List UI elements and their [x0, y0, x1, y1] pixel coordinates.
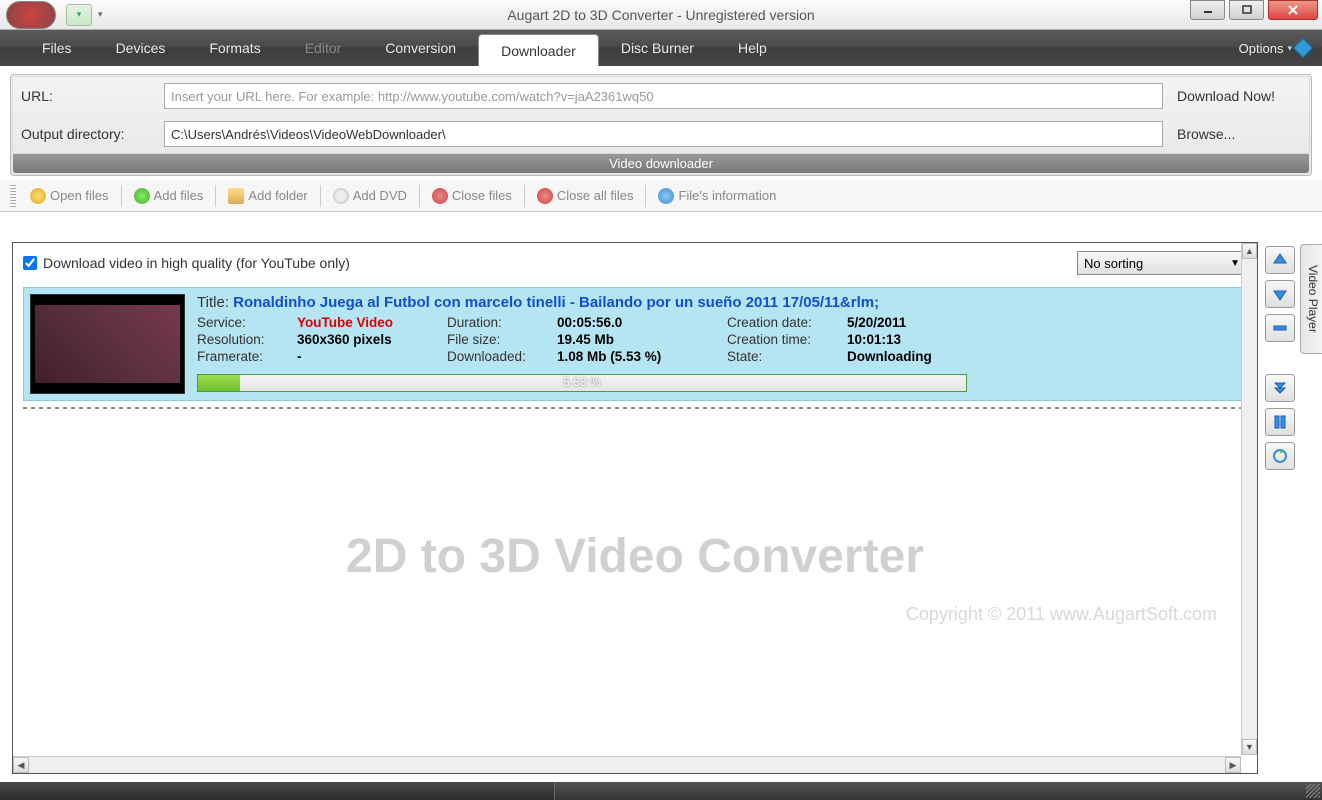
qat-button[interactable]: ▾ [66, 4, 92, 26]
dvd-icon [333, 188, 349, 204]
vertical-scrollbar[interactable]: ▲ ▼ [1241, 243, 1257, 755]
menu-help[interactable]: Help [716, 30, 789, 66]
duration-value: 00:05:56.0 [557, 315, 727, 330]
menu-downloader[interactable]: Downloader [478, 34, 599, 66]
progress-bar: 5.53 % [197, 374, 967, 392]
download-all-button[interactable] [1265, 374, 1295, 402]
close-all-icon [537, 188, 553, 204]
state-value: Downloading [847, 349, 987, 364]
sort-selected: No sorting [1084, 256, 1143, 271]
main-area: Download video in high quality (for YouT… [0, 236, 1322, 780]
menu-disc-burner[interactable]: Disc Burner [599, 30, 716, 66]
video-player-tab[interactable]: Video Player [1300, 244, 1322, 354]
status-bar [0, 782, 1322, 800]
info-icon [658, 188, 674, 204]
menu-bar: Files Devices Formats Editor Conversion … [0, 30, 1322, 66]
menu-formats[interactable]: Formats [187, 30, 282, 66]
video-title[interactable]: Ronaldinho Juega al Futbol con marcelo t… [233, 294, 879, 311]
scroll-up-button[interactable]: ▲ [1242, 243, 1257, 259]
open-icon [30, 188, 46, 204]
app-logo [6, 1, 56, 29]
title-bar: ▾ ▾ Augart 2D to 3D Converter - Unregist… [0, 0, 1322, 30]
download-list: Download video in high quality (for YouT… [12, 242, 1258, 774]
scroll-left-button[interactable]: ◀ [13, 757, 29, 773]
output-dir-label: Output directory: [21, 126, 156, 142]
hq-checkbox[interactable]: Download video in high quality (for YouT… [23, 255, 350, 271]
scroll-right-button[interactable]: ▶ [1225, 757, 1241, 773]
video-metadata: Service:YouTube Video Duration:00:05:56.… [197, 315, 1240, 364]
toolbar-grip[interactable] [10, 185, 16, 207]
url-label: URL: [21, 88, 156, 104]
url-input[interactable] [164, 83, 1163, 109]
service-value: YouTube Video [297, 315, 447, 330]
browse-button[interactable]: Browse... [1171, 126, 1301, 142]
window-title: Augart 2D to 3D Converter - Unregistered… [507, 7, 814, 23]
open-files-button[interactable]: Open files [22, 186, 117, 206]
options-icon [1293, 38, 1313, 58]
quick-access-toolbar: ▾ ▾ [66, 4, 108, 26]
close-files-button[interactable]: Close files [424, 186, 520, 206]
video-thumbnail [30, 294, 185, 394]
download-panel: URL: Download Now! Output directory: Bro… [10, 74, 1312, 176]
framerate-value: - [297, 349, 447, 364]
file-info-button[interactable]: File's information [650, 186, 784, 206]
move-up-button[interactable] [1265, 246, 1295, 274]
scroll-down-button[interactable]: ▼ [1242, 739, 1257, 755]
pause-button[interactable] [1265, 408, 1295, 436]
menu-devices[interactable]: Devices [94, 30, 188, 66]
side-toolbar [1258, 236, 1302, 780]
add-dvd-button[interactable]: Add DVD [325, 186, 415, 206]
progress-text: 5.53 % [563, 375, 600, 389]
menu-editor: Editor [283, 30, 364, 66]
options-button[interactable]: Options ▾ [1239, 30, 1310, 66]
sort-dropdown[interactable]: No sorting ▼ [1077, 251, 1247, 275]
qat-expand[interactable]: ▾ [98, 9, 108, 20]
progress-fill [198, 375, 240, 391]
title-label: Title: [197, 294, 229, 311]
resolution-value: 360x360 pixels [297, 332, 447, 347]
add-icon [134, 188, 150, 204]
chevron-down-icon: ▾ [1287, 43, 1292, 54]
close-button[interactable] [1268, 0, 1318, 20]
add-folder-button[interactable]: Add folder [220, 186, 315, 206]
add-files-button[interactable]: Add files [126, 186, 212, 206]
watermark-text: 2D to 3D Video Converter [13, 529, 1257, 584]
download-now-button[interactable]: Download Now! [1171, 88, 1301, 104]
folder-icon [228, 188, 244, 204]
close-files-icon [432, 188, 448, 204]
remove-button[interactable] [1265, 314, 1295, 342]
chevron-down-icon: ▼ [1230, 258, 1240, 269]
downloaded-value: 1.08 Mb (5.53 %) [557, 349, 727, 364]
horizontal-scrollbar[interactable]: ◀ ▶ [13, 756, 1241, 773]
status-segment [0, 782, 555, 800]
file-toolbar: Open files Add files Add folder Add DVD … [0, 180, 1322, 212]
download-item[interactable]: Title: Ronaldinho Juega al Futbol con ma… [23, 287, 1247, 401]
menu-conversion[interactable]: Conversion [363, 30, 478, 66]
minimize-button[interactable] [1190, 0, 1225, 20]
hq-checkbox-label: Download video in high quality (for YouT… [43, 255, 350, 271]
menu-files[interactable]: Files [20, 30, 94, 66]
creation-time-value: 10:01:13 [847, 332, 987, 347]
move-down-button[interactable] [1265, 280, 1295, 308]
copyright-text: Copyright © 2011 www.AugartSoft.com [13, 604, 1217, 625]
output-dir-input[interactable] [164, 121, 1163, 147]
maximize-button[interactable] [1229, 0, 1264, 20]
hq-checkbox-input[interactable] [23, 256, 37, 270]
separator [23, 407, 1247, 409]
resize-grip[interactable] [1306, 784, 1320, 798]
convert-button[interactable] [1265, 442, 1295, 470]
filesize-value: 19.45 Mb [557, 332, 727, 347]
close-all-files-button[interactable]: Close all files [529, 186, 642, 206]
panel-caption: Video downloader [13, 154, 1309, 173]
options-label: Options [1239, 41, 1284, 56]
creation-date-value: 5/20/2011 [847, 315, 987, 330]
